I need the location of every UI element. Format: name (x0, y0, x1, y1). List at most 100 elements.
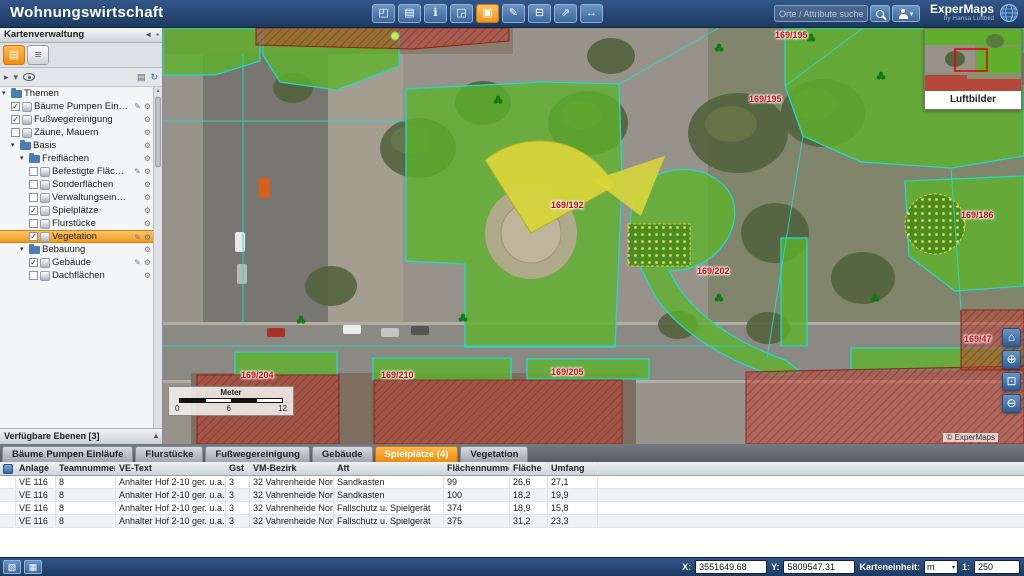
column-header-gst[interactable]: Gst (226, 462, 250, 475)
pin-panel-icon[interactable]: ▪ (156, 30, 159, 39)
available-layers-bar[interactable]: Verfügbare Ebenen [3] ▴ (0, 428, 162, 444)
layer-list-icon[interactable]: ▤ (137, 72, 146, 83)
info-tool-button[interactable]: ℹ (424, 4, 447, 23)
search-button[interactable] (870, 5, 890, 22)
gear-icon[interactable]: ⚙ (144, 243, 151, 256)
tree-folder-basis[interactable]: ▾Basis⚙ (0, 139, 153, 152)
gear-icon[interactable]: ⚙ (144, 100, 151, 113)
tab-vegetation[interactable]: Vegetation (460, 446, 528, 462)
tab-flurstücke[interactable]: Flurstücke (135, 446, 203, 462)
gear-icon[interactable]: ⚙ (144, 178, 151, 191)
tree-folder-bebauung[interactable]: ▾Bebauung⚙ (0, 243, 153, 256)
tab-fußwegereinigung[interactable]: Fußwegereinigung (205, 446, 309, 462)
tree-layer-bäume-pumpen-einläufe[interactable]: ✓Bäume Pumpen Einläufe✎⚙ (0, 100, 153, 113)
tree-layer-spielplätze[interactable]: ✓Spielplätze⚙ (0, 204, 153, 217)
scale-input[interactable] (974, 560, 1020, 574)
tree-layer-flurstücke[interactable]: Flurstücke⚙ (0, 217, 153, 230)
collapse-all-icon[interactable]: ▾ (14, 72, 19, 83)
layer-checkbox[interactable] (29, 193, 38, 202)
column-header-umfang[interactable]: Umfang (548, 462, 598, 475)
layer-checkbox[interactable] (29, 167, 38, 176)
map-canvas[interactable]: 169/195169/195169/192169/186169/202169/2… (163, 28, 1024, 444)
tree-layer-zäune-mauern[interactable]: Zäune, Mauern⚙ (0, 126, 153, 139)
tree-scrollbar[interactable]: ▲ (153, 87, 162, 428)
print-tool-button[interactable]: ⊟ (528, 4, 551, 23)
pencil-icon[interactable]: ✎ (134, 256, 141, 269)
tab-gebäude[interactable]: Gebäude (312, 446, 373, 462)
gear-icon[interactable]: ⚙ (144, 191, 151, 204)
measure-tool-button[interactable]: ↔ (580, 4, 603, 23)
scroll-up-icon[interactable]: ▲ (156, 88, 161, 94)
table-row[interactable]: VE 1168Anhalter Hof 2-10 ger. u.a.332 Va… (0, 515, 1024, 528)
collapse-panel-icon[interactable]: ▴ (154, 431, 158, 440)
tab-spielplätze-4[interactable]: Spielplätze (4) (375, 446, 459, 462)
column-header-ve-text[interactable]: VE-Text (116, 462, 226, 475)
column-header-anlage[interactable]: Anlage (16, 462, 56, 475)
highlight-tool-button[interactable]: ▣ (476, 4, 499, 23)
tree-layer-sonderflächen[interactable]: Sonderflächen⚙ (0, 178, 153, 191)
column-header-fläche[interactable]: Fläche (510, 462, 548, 475)
column-header-teamnummer[interactable]: Teamnummer (56, 462, 116, 475)
layer-checkbox[interactable]: ✓ (29, 258, 38, 267)
column-header-vm-bezirk[interactable]: VM-Bezirk (250, 462, 334, 475)
tree-layer-gebäude[interactable]: ✓Gebäude✎⚙ (0, 256, 153, 269)
layer-checkbox[interactable]: ✓ (11, 102, 20, 111)
gear-icon[interactable]: ⚙ (144, 139, 151, 152)
themes-view-tab[interactable]: ▤ (3, 45, 25, 65)
legend-view-tab[interactable]: ≡ (27, 45, 49, 65)
tree-folder-freiflächen[interactable]: ▾Freiflächen⚙ (0, 152, 153, 165)
map-unit-select[interactable]: m ▾ (924, 560, 958, 574)
search-input[interactable] (774, 5, 868, 22)
expand-all-icon[interactable]: ▸ (4, 72, 9, 83)
tree-layer-befestigte-flächen[interactable]: Befestigte Flächen✎⚙ (0, 165, 153, 178)
column-header-att[interactable]: Att (334, 462, 444, 475)
tree-layer-dachflächen[interactable]: Dachflächen⚙ (0, 269, 153, 282)
scrollbar-thumb[interactable] (155, 97, 161, 167)
map-layers-button[interactable]: ▧ (3, 560, 21, 574)
expander-icon[interactable]: ▾ (20, 152, 27, 165)
edit-tool-button[interactable]: ✎ (502, 4, 525, 23)
tree-layer-fußwegereinigung[interactable]: ✓Fußwegereinigung⚙ (0, 113, 153, 126)
gear-icon[interactable]: ⚙ (144, 126, 151, 139)
column-header-flächennummer[interactable]: Flächennummer (444, 462, 510, 475)
x-coordinate-input[interactable] (695, 560, 767, 574)
table-row[interactable]: VE 1168Anhalter Hof 2-10 ger. u.a.332 Va… (0, 476, 1024, 489)
home-button[interactable]: ⌂ (1002, 328, 1021, 347)
expander-icon[interactable]: ▾ (11, 139, 18, 152)
zoom-out-button[interactable]: ⊖ (1002, 394, 1021, 413)
gear-icon[interactable]: ⚙ (144, 256, 151, 269)
table-settings-icon[interactable] (3, 464, 13, 474)
layers-tool-button[interactable]: ▤ (398, 4, 421, 23)
pencil-icon[interactable]: ✎ (134, 100, 141, 113)
expander-icon[interactable]: ▾ (2, 87, 9, 100)
layer-checkbox[interactable] (29, 219, 38, 228)
expander-icon[interactable]: ▾ (20, 243, 27, 256)
layer-checkbox[interactable] (11, 128, 20, 137)
tab-bäume-pumpen-einläufe[interactable]: Bäume Pumpen Einläufe (2, 446, 133, 462)
refresh-icon[interactable]: ↻ (150, 72, 158, 83)
pencil-icon[interactable]: ✎ (134, 165, 141, 178)
map-grid-button[interactable]: ▦ (24, 560, 42, 574)
tree-layer-vegetation[interactable]: ✓Vegetation✎⚙ (0, 230, 153, 243)
gear-icon[interactable]: ⚙ (144, 269, 151, 282)
layer-checkbox[interactable] (29, 271, 38, 280)
table-row[interactable]: VE 1168Anhalter Hof 2-10 ger. u.a.332 Va… (0, 502, 1024, 515)
gear-icon[interactable]: ⚙ (144, 113, 151, 126)
gear-icon[interactable]: ⚙ (144, 165, 151, 178)
dock-panel-icon[interactable]: ◄ (144, 30, 152, 39)
layer-checkbox[interactable] (29, 180, 38, 189)
layer-checkbox[interactable]: ✓ (11, 115, 20, 124)
layer-checkbox[interactable]: ✓ (29, 206, 38, 215)
zoom-window-button[interactable]: ⊡ (1002, 372, 1021, 391)
visibility-eye-icon[interactable] (23, 73, 35, 81)
export-tool-button[interactable]: ⇗ (554, 4, 577, 23)
overview-map-image[interactable] (925, 29, 1021, 91)
layer-checkbox[interactable]: ✓ (29, 232, 38, 241)
tree-folder-themen[interactable]: ▾Themen (0, 87, 153, 100)
y-coordinate-input[interactable] (783, 560, 855, 574)
zoom-in-button[interactable]: ⊕ (1002, 350, 1021, 369)
zoom-window-tool-button[interactable]: ◲ (450, 4, 473, 23)
gear-icon[interactable]: ⚙ (144, 204, 151, 217)
user-menu-button[interactable]: ▾ (892, 5, 920, 22)
table-tools-cell[interactable] (0, 462, 16, 475)
